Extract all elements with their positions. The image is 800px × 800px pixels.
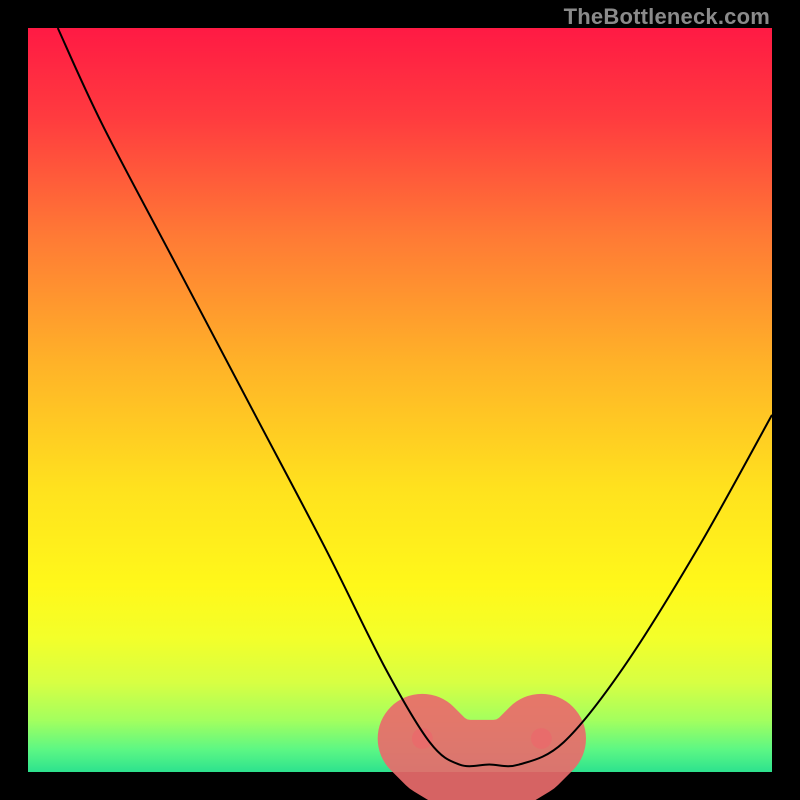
bottleneck-curve (58, 28, 772, 766)
watermark-text: TheBottleneck.com (564, 4, 770, 30)
plot-area (28, 28, 772, 772)
chart-svg (28, 28, 772, 772)
chart-frame: TheBottleneck.com (0, 0, 800, 800)
